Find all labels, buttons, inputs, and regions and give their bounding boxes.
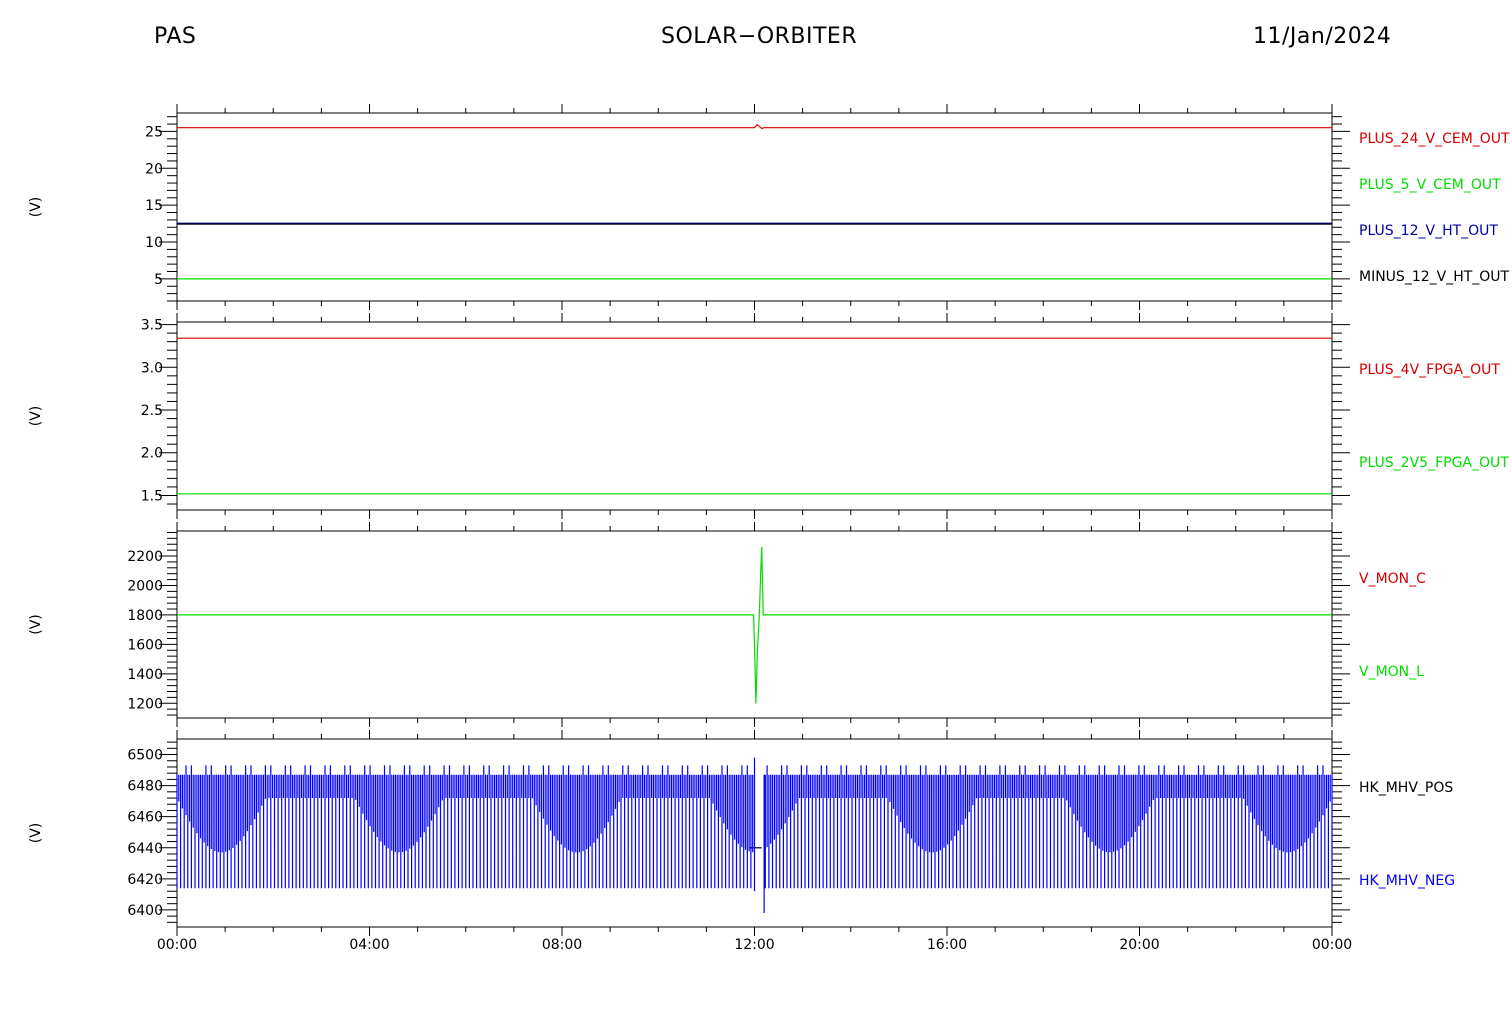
y-tick-label: 2.5 (141, 403, 163, 419)
y-tick-label: 6400 (127, 903, 163, 919)
x-tick-label: 08:00 (542, 937, 582, 953)
y-tick-label: 1200 (127, 696, 163, 712)
x-tick-label: 12:00 (734, 937, 774, 953)
panel-3-frame (176, 530, 1333, 719)
y-axis-label: (V) (28, 614, 44, 635)
x-tick-label: 16:00 (927, 937, 967, 953)
series-V_MON_L (177, 547, 1332, 704)
legend-PLUS_12_V_HT_OUT: PLUS_12_V_HT_OUT (1359, 223, 1498, 239)
y-tick-label: 2000 (127, 578, 163, 594)
legend-V_MON_L: V_MON_L (1359, 664, 1424, 680)
legend-PLUS_4V_FPGA_OUT: PLUS_4V_FPGA_OUT (1359, 362, 1500, 378)
y-axis-label: (V) (28, 406, 44, 427)
x-tick-label: 04:00 (349, 937, 389, 953)
y-tick-label: 15 (145, 198, 163, 214)
x-tick-label: 00:00 (1312, 937, 1352, 953)
x-tick-label: 20:00 (1119, 937, 1159, 953)
y-tick-label: 3.5 (141, 318, 163, 334)
x-tick-label: 00:00 (157, 937, 197, 953)
y-tick-label: 2200 (127, 549, 163, 565)
series-HK_MHV_NEG (176, 757, 1333, 914)
legend-PLUS_2V5_FPGA_OUT: PLUS_2V5_FPGA_OUT (1359, 455, 1509, 471)
legend-V_MON_C: V_MON_C (1359, 571, 1426, 587)
y-tick-label: 6500 (127, 748, 163, 764)
legend-HK_MHV_NEG: HK_MHV_NEG (1359, 873, 1455, 889)
legend-PLUS_24_V_CEM_OUT: PLUS_24_V_CEM_OUT (1359, 131, 1510, 147)
y-tick-label: 6420 (127, 872, 163, 888)
y-tick-label: 5 (154, 272, 163, 288)
y-tick-label: 25 (145, 124, 163, 140)
y-tick-label: 1600 (127, 637, 163, 653)
series-PLUS_24_V_CEM_OUT (177, 124, 1332, 130)
y-tick-label: 6480 (127, 779, 163, 795)
y-tick-label: 1400 (127, 667, 163, 683)
y-axis-label: (V) (28, 823, 44, 844)
legend-MINUS_12_V_HT_OUT: MINUS_12_V_HT_OUT (1359, 269, 1510, 285)
y-tick-label: 1.5 (141, 488, 163, 504)
y-tick-label: 1800 (127, 608, 163, 624)
legend-HK_MHV_POS: HK_MHV_POS (1359, 780, 1453, 796)
y-tick-label: 10 (145, 235, 163, 251)
panel-1-frame (176, 112, 1333, 302)
timeseries-plot: 5 10 15 20 25 (V) PLUS_24_V_CEM_OUT PLUS_5_V_CE… (28, 104, 1510, 953)
y-axis-label: (V) (28, 197, 44, 218)
y-tick-label: 2.0 (141, 446, 163, 462)
y-tick-label: 6460 (127, 810, 163, 826)
y-tick-label: 3.0 (141, 360, 163, 376)
y-tick-label: 6440 (127, 841, 163, 857)
y-tick-label: 20 (145, 161, 163, 177)
panel-2-frame (176, 321, 1333, 511)
legend-PLUS_5_V_CEM_OUT: PLUS_5_V_CEM_OUT (1359, 177, 1501, 193)
